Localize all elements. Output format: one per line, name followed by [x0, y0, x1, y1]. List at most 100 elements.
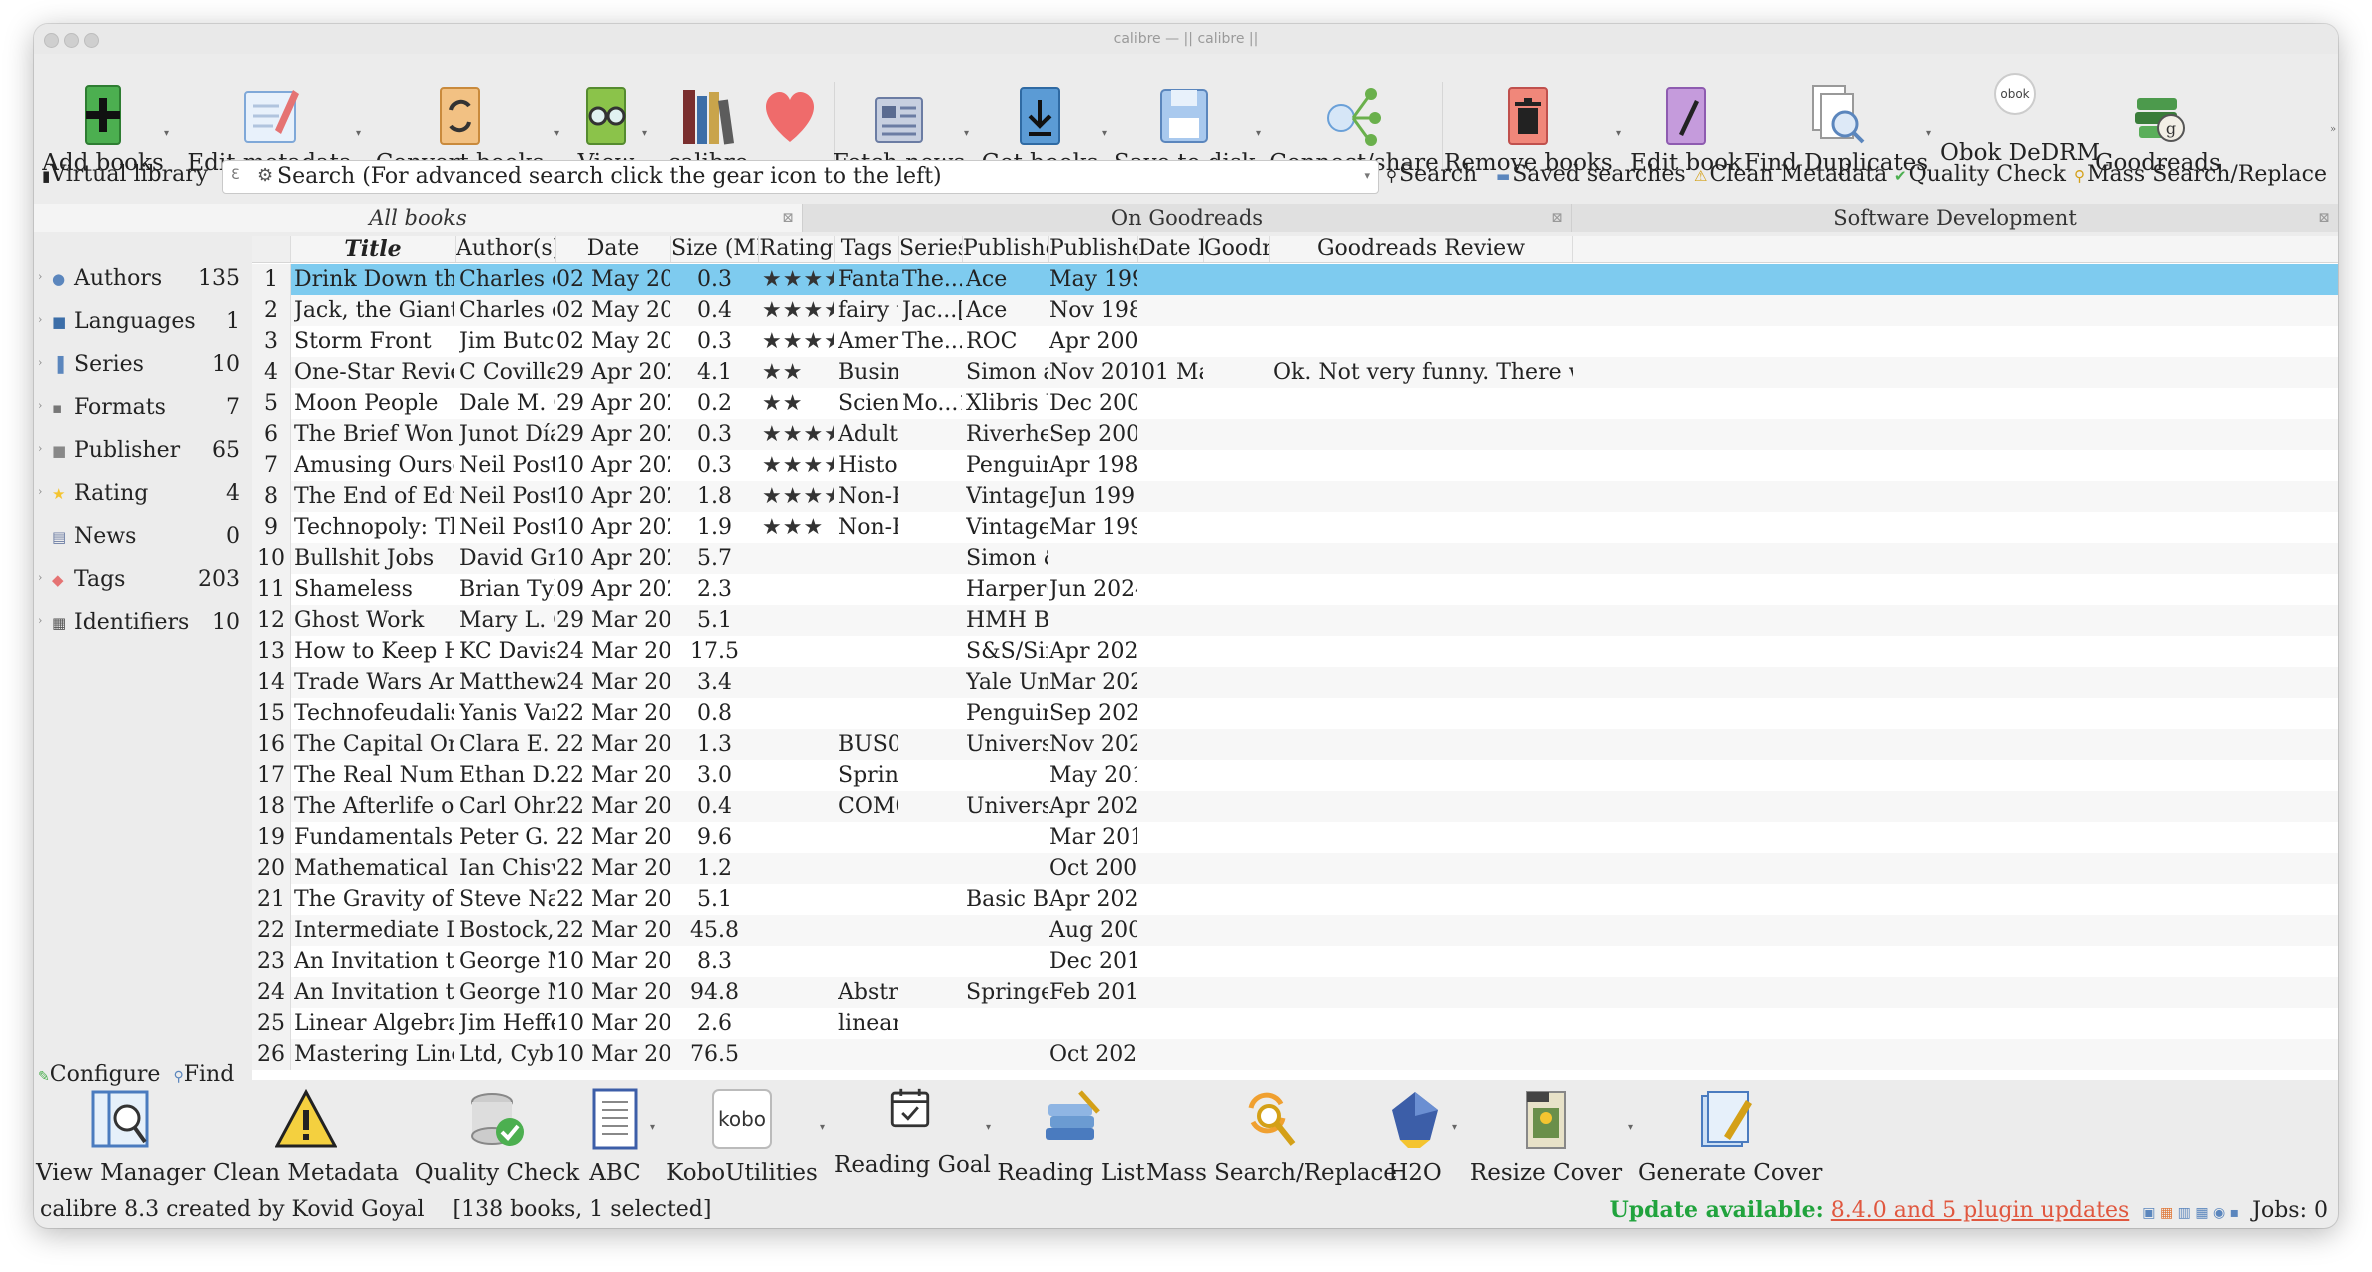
- table-row[interactable]: 9Technopoly: The Surre...Neil Postman10 …: [252, 512, 2338, 543]
- close-icon[interactable]: ⊠: [782, 204, 794, 232]
- table-row[interactable]: 4One-Star Reviews: The ...C Coville29 Ap…: [252, 357, 2338, 388]
- table-row[interactable]: 24An Invitation to Genera...George M. B.…: [252, 977, 2338, 1008]
- tab-software-development[interactable]: Software Development ⊠: [1572, 204, 2338, 232]
- mass-search-replace-search-button[interactable]: ⚲Mass Search/Replace: [2074, 162, 2327, 187]
- tab-on-goodreads[interactable]: On Goodreads ⊠: [803, 204, 1572, 232]
- expand-arrow-icon[interactable]: ›: [38, 442, 42, 455]
- column-header-publisher[interactable]: Publisher: [963, 236, 1049, 262]
- abc-dropdown-icon[interactable]: ▾: [650, 1122, 655, 1133]
- toolbar-overflow-icon[interactable]: »: [2330, 124, 2336, 135]
- clean-metadata-search-button[interactable]: ⚠Clean Metadata: [1694, 162, 1887, 187]
- gear-icon[interactable]: ⚙: [257, 165, 273, 186]
- clean-metadata-button[interactable]: Clean Metadata: [206, 1082, 406, 1194]
- column-header-series[interactable]: Series: [899, 236, 963, 262]
- saved-searches-button[interactable]: ▬Saved searches: [1496, 162, 1686, 187]
- tab-all-books[interactable]: All books ⊠: [34, 204, 803, 232]
- kobo-utilities-button[interactable]: kobo KoboUtilities: [662, 1082, 822, 1194]
- expand-arrow-icon[interactable]: ›: [38, 399, 42, 412]
- table-row[interactable]: 17The Real Numbers and ...Ethan D. Blo..…: [252, 760, 2338, 791]
- expand-arrow-icon[interactable]: ›: [38, 313, 42, 326]
- tag-browser-item-formats[interactable]: › ▪ Formats 7: [38, 395, 248, 429]
- resize-cover-button[interactable]: Resize Cover: [1466, 1082, 1626, 1194]
- save-to-disk-dropdown-icon[interactable]: ▾: [1256, 128, 1261, 139]
- edit-metadata-dropdown-icon[interactable]: ▾: [356, 128, 361, 139]
- table-row[interactable]: 8The End of Education: ...Neil Postman10…: [252, 481, 2338, 512]
- view-dropdown-icon[interactable]: ▾: [642, 128, 647, 139]
- column-header-tags[interactable]: Tags: [835, 236, 899, 262]
- tag-browser-item-news[interactable]: ▤ News 0: [38, 524, 248, 558]
- quality-check-search-button[interactable]: ✔Quality Check: [1894, 162, 2066, 187]
- virtual-library-button[interactable]: ▮Virtual library: [42, 162, 208, 187]
- table-row[interactable]: 5Moon People Dale M. Cou...29 Apr 2025 0.2…: [252, 388, 2338, 419]
- table-row[interactable]: 22Intermediate LogicBostock, Da...22 Mar…: [252, 915, 2338, 946]
- add-books-dropdown-icon[interactable]: ▾: [164, 128, 169, 139]
- quality-check-button[interactable]: Quality Check: [412, 1082, 582, 1194]
- table-row[interactable]: 16The Capital Order: How ...Clara E. Mat…: [252, 729, 2338, 760]
- reading-goal-dropdown-icon[interactable]: ▾: [986, 1122, 991, 1133]
- expand-arrow-icon[interactable]: ›: [38, 356, 42, 369]
- find-duplicates-dropdown-icon[interactable]: ▾: [1926, 128, 1931, 139]
- table-row[interactable]: 18The Afterlife of Data: W...Carl Ohman2…: [252, 791, 2338, 822]
- table-row[interactable]: 25Linear AlgebraJim Heffero...10 Mar 202…: [252, 1008, 2338, 1039]
- view-manager-button[interactable]: View Manager: [36, 1082, 205, 1194]
- tag-browser-item-languages[interactable]: › ■ Languages 1: [38, 309, 248, 343]
- column-header-published[interactable]: Published: [1049, 236, 1138, 262]
- table-row[interactable]: 19Fundamentals of Mathe...Peter G. Hin..…: [252, 822, 2338, 853]
- get-books-dropdown-icon[interactable]: ▾: [1102, 128, 1107, 139]
- h2o-dropdown-icon[interactable]: ▾: [1452, 1122, 1457, 1133]
- table-row[interactable]: 1Drink Down the MoonCharles de L...02 Ma…: [252, 264, 2338, 295]
- column-header-goodreads-review[interactable]: Goodreads Review: [1270, 236, 1573, 262]
- table-row[interactable]: 15Technofeudalism - Wh...Yanis Varou...2…: [252, 698, 2338, 729]
- generate-cover-button[interactable]: Generate Cover: [1638, 1082, 1822, 1194]
- table-row[interactable]: 23An Invitation to Genera...George M. B.…: [252, 946, 2338, 977]
- table-row[interactable]: 10Bullshit Jobs David Graeb...10 Apr 2025…: [252, 543, 2338, 574]
- expand-arrow-icon[interactable]: ›: [38, 571, 42, 584]
- close-icon[interactable]: ⊠: [1551, 204, 1563, 232]
- table-row[interactable]: 3Storm Front Jim Butcher02 May 2025 0.3 ★★★…: [252, 326, 2338, 357]
- close-icon[interactable]: ⊠: [2318, 204, 2330, 232]
- tag-browser-item-rating[interactable]: › ★ Rating 4: [38, 481, 248, 515]
- cell-review: [1273, 638, 1573, 667]
- tag-browser-item-authors[interactable]: › ● Authors 135: [38, 266, 248, 300]
- table-row[interactable]: 11Shameless Brian Tyler ...09 Apr 2025 2.3…: [252, 574, 2338, 605]
- tag-browser-item-tags[interactable]: › ◆ Tags 203: [38, 567, 248, 601]
- reading-goal-button[interactable]: Reading Goal: [834, 1082, 991, 1194]
- h2o-button[interactable]: H2O: [1380, 1082, 1450, 1194]
- expand-arrow-icon[interactable]: ›: [38, 614, 42, 627]
- table-row[interactable]: 13How to Keep House Wh...KC Davis24 Mar …: [252, 636, 2338, 667]
- resize-cover-dropdown-icon[interactable]: ▾: [1628, 1122, 1633, 1133]
- update-link[interactable]: 8.4.0 and 5 plugin updates: [1831, 1198, 2130, 1223]
- search-input[interactable]: Ꜫ ⚙ Search (For advanced search click th…: [222, 160, 1379, 194]
- remove-books-dropdown-icon[interactable]: ▾: [1616, 128, 1621, 139]
- column-header-goodreads[interactable]: Goodre...: [1204, 236, 1270, 262]
- expand-arrow-icon[interactable]: ›: [38, 270, 42, 283]
- column-header-date-read[interactable]: Date Re...: [1138, 236, 1204, 262]
- convert-books-dropdown-icon[interactable]: ▾: [554, 128, 559, 139]
- tag-browser-item-identifiers[interactable]: › ▦ Identifiers 10: [38, 610, 248, 644]
- table-row[interactable]: 12Ghost Work Mary L. Gray29 Mar 2025 5.1 HM…: [252, 605, 2338, 636]
- table-row[interactable]: 6The Brief Wondrous Lif...Junot Díaz29 A…: [252, 419, 2338, 450]
- column-header-title[interactable]: Title: [291, 236, 456, 262]
- reading-list-button[interactable]: Reading List: [996, 1082, 1146, 1194]
- column-header-date[interactable]: Date: [556, 236, 671, 262]
- search-button[interactable]: ⚲Search: [1386, 162, 1477, 187]
- column-header-rating[interactable]: Rating: [759, 236, 835, 262]
- table-row[interactable]: 14Trade Wars Are Class W...Matthew C. ..…: [252, 667, 2338, 698]
- expand-arrow-icon[interactable]: ›: [38, 485, 42, 498]
- table-row[interactable]: 26Mastering Linear Algeb...Ltd, Cybelli.…: [252, 1039, 2338, 1070]
- kobo-utilities-dropdown-icon[interactable]: ▾: [820, 1122, 825, 1133]
- column-header-authors[interactable]: Author(s): [456, 236, 556, 262]
- table-row[interactable]: 21The Gravity of MathSteve Nadis ...22 M…: [252, 884, 2338, 915]
- chevron-down-icon[interactable]: ▾: [1364, 169, 1370, 182]
- tag-browser-item-series[interactable]: › ▐ Series 10: [38, 352, 248, 386]
- tag-browser-item-publisher[interactable]: › ■ Publisher 65: [38, 438, 248, 472]
- abc-button[interactable]: ABC: [580, 1082, 650, 1194]
- search-history-icon[interactable]: Ꜫ: [231, 167, 240, 183]
- mass-search-replace-button[interactable]: Mass Search/Replace: [1146, 1082, 1397, 1194]
- table-row[interactable]: 20Mathematical LogicIan Chiswell...22 Ma…: [252, 853, 2338, 884]
- jobs-indicator[interactable]: Jobs: 0: [2252, 1198, 2328, 1223]
- fetch-news-dropdown-icon[interactable]: ▾: [964, 128, 969, 139]
- table-row[interactable]: 7Amusing Ourselves to D...Neil Postman10…: [252, 450, 2338, 481]
- table-row[interactable]: 2Jack, the Giant KillerCharles de L...02…: [252, 295, 2338, 326]
- column-header-size[interactable]: Size (MB): [671, 236, 759, 262]
